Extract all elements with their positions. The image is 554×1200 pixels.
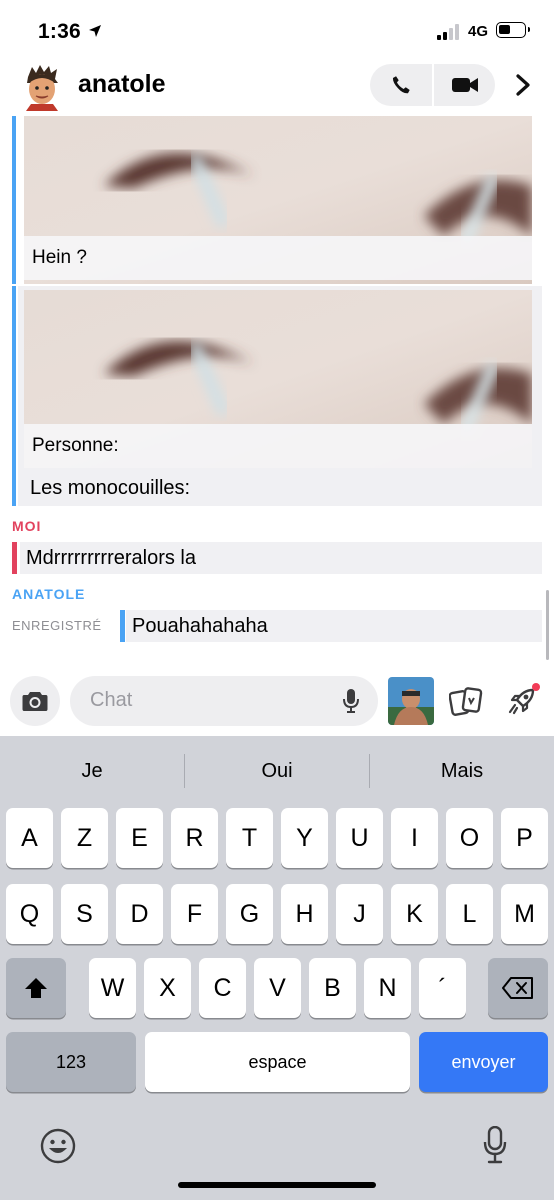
key[interactable]: V [254, 958, 301, 1018]
key[interactable]: S [61, 884, 108, 944]
media-caption: Personne: [24, 424, 532, 468]
contact-name[interactable]: anatole [78, 70, 166, 99]
delete-key[interactable] [488, 958, 548, 1018]
video-camera-icon [451, 78, 478, 92]
camera-icon [22, 692, 48, 711]
chat-input[interactable]: Chat [70, 676, 378, 726]
composer: Chat [0, 666, 554, 736]
message-text: Les monocouilles: [18, 472, 542, 506]
more-button[interactable] [508, 70, 538, 100]
status-bar: 1:36 4G [0, 0, 554, 60]
key[interactable]: J [336, 884, 383, 944]
key[interactable]: Z [61, 808, 108, 868]
suggestion-item[interactable]: Mais [370, 736, 554, 806]
cards-button[interactable] [448, 682, 484, 720]
memories-thumbnail[interactable] [388, 677, 434, 725]
media-caption: Hein ? [24, 236, 532, 280]
message-accent-bar [12, 542, 17, 574]
key[interactable]: H [281, 884, 328, 944]
key[interactable]: P [501, 808, 548, 868]
scrollbar[interactable] [546, 590, 549, 660]
key[interactable]: G [226, 884, 273, 944]
suggestion-bar: Je Oui Mais [0, 736, 554, 806]
key[interactable]: Q [6, 884, 53, 944]
dictation-mic-icon[interactable] [483, 1126, 507, 1164]
key[interactable]: M [501, 884, 548, 944]
chat-header: anatole [0, 60, 554, 116]
key[interactable]: Y [281, 808, 328, 868]
key[interactable]: W [89, 958, 136, 1018]
call-actions [370, 64, 495, 106]
saved-label: ENREGISTRÉ [12, 618, 102, 633]
message-accent-bar [12, 286, 16, 506]
key[interactable]: I [391, 808, 438, 868]
location-arrow-icon [89, 25, 101, 37]
sender-label-me: MOI [12, 518, 42, 534]
emoji-icon[interactable] [40, 1128, 76, 1164]
message-text: Mdrrrrrrrrreralors la [20, 542, 542, 574]
key[interactable]: X [144, 958, 191, 1018]
key[interactable]: C [199, 958, 246, 1018]
shift-key[interactable] [6, 958, 66, 1018]
key[interactable]: U [336, 808, 383, 868]
shift-icon [25, 978, 47, 998]
sender-label-contact: ANATOLE [12, 586, 86, 602]
key[interactable]: K [391, 884, 438, 944]
key[interactable]: F [171, 884, 218, 944]
key[interactable]: B [309, 958, 356, 1018]
chevron-right-icon [516, 74, 530, 96]
camera-button[interactable] [10, 676, 60, 726]
key[interactable]: ´ [419, 958, 466, 1018]
notification-dot [532, 683, 540, 691]
key[interactable]: O [446, 808, 493, 868]
message-list[interactable]: Hein ? Personne: Les monocouilles: MOI M… [0, 116, 554, 666]
key[interactable]: D [116, 884, 163, 944]
key[interactable]: R [171, 808, 218, 868]
cards-icon [449, 687, 483, 716]
key[interactable]: L [446, 884, 493, 944]
key[interactable]: A [6, 808, 53, 868]
voice-call-button[interactable] [370, 64, 432, 106]
phone-icon [392, 76, 410, 94]
backspace-icon [502, 977, 533, 999]
message-accent-bar [120, 610, 125, 642]
signal-bars-icon [437, 24, 465, 40]
network-type: 4G [468, 23, 489, 40]
space-key[interactable]: espace [145, 1032, 410, 1092]
key[interactable]: E [116, 808, 163, 868]
suggestion-item[interactable]: Je [0, 736, 184, 806]
key[interactable]: T [226, 808, 273, 868]
video-call-button[interactable] [434, 64, 495, 106]
status-time: 1:36 [38, 20, 81, 43]
microphone-icon[interactable] [342, 688, 360, 714]
battery-icon [496, 22, 530, 38]
keyboard: Je Oui Mais A Z E R T Y U I O P Q S D F … [0, 736, 554, 1200]
chat-placeholder: Chat [90, 689, 133, 711]
message-text[interactable]: Pouahahahaha [126, 610, 542, 642]
message-accent-bar [12, 116, 16, 284]
suggestion-item[interactable]: Oui [185, 736, 369, 806]
send-key[interactable]: envoyer [419, 1032, 548, 1092]
home-indicator[interactable] [178, 1182, 376, 1188]
key[interactable]: N [364, 958, 411, 1018]
numbers-key[interactable]: 123 [6, 1032, 136, 1092]
avatar[interactable] [22, 63, 62, 111]
